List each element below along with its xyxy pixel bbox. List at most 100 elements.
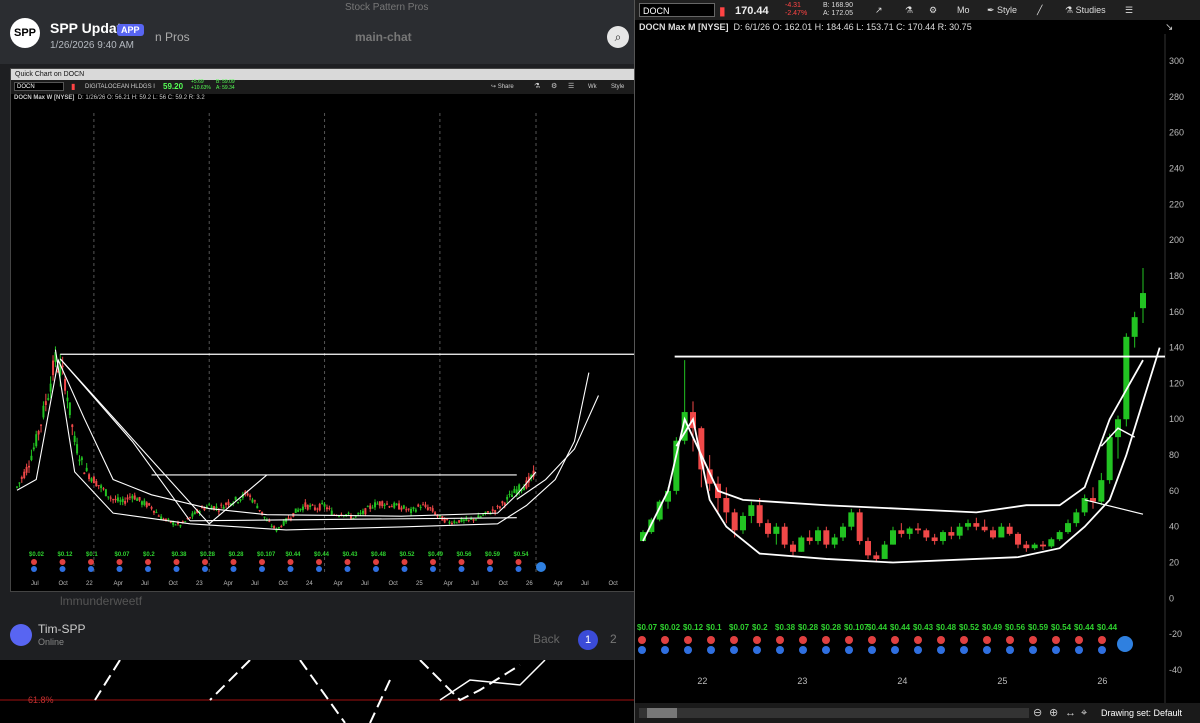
dividend-marker[interactable] xyxy=(230,566,237,572)
dividend-marker[interactable] xyxy=(891,646,899,654)
dividend-marker[interactable] xyxy=(458,566,465,572)
earnings-marker[interactable] xyxy=(88,559,94,565)
dividend-marker[interactable] xyxy=(1098,646,1106,654)
earnings-marker[interactable] xyxy=(1029,636,1037,644)
dividend-marker[interactable] xyxy=(401,566,408,572)
earnings-marker[interactable] xyxy=(202,559,208,565)
page-1-button[interactable]: 1 xyxy=(578,630,598,650)
scrollbar-thumb[interactable] xyxy=(647,708,677,718)
dividend-marker[interactable] xyxy=(1075,646,1083,654)
dividend-marker[interactable] xyxy=(145,566,151,572)
earnings-marker[interactable] xyxy=(316,559,322,565)
dividend-marker[interactable] xyxy=(202,566,208,572)
earnings-marker[interactable] xyxy=(287,559,294,565)
crosshair-icon[interactable]: ⌖ xyxy=(1081,703,1087,723)
earnings-marker[interactable] xyxy=(458,559,465,565)
dividend-marker[interactable] xyxy=(31,566,37,572)
dividend-marker[interactable] xyxy=(937,646,945,654)
earnings-marker[interactable] xyxy=(868,636,876,644)
earnings-marker[interactable] xyxy=(59,559,66,565)
horizontal-scrollbar[interactable] xyxy=(639,708,1029,718)
zoom-out-icon[interactable]: ⊖ xyxy=(1033,703,1042,723)
earnings-marker[interactable] xyxy=(1006,636,1014,644)
left-alert-icon[interactable]: ▮ xyxy=(71,80,75,94)
avatar[interactable] xyxy=(10,624,32,646)
dividend-marker[interactable] xyxy=(822,646,830,654)
dividend-marker[interactable] xyxy=(960,646,968,654)
dividend-marker[interactable] xyxy=(487,566,493,572)
dividend-marker[interactable] xyxy=(868,646,876,654)
earnings-marker[interactable] xyxy=(937,636,945,644)
dividend-marker[interactable] xyxy=(59,566,66,572)
style-button[interactable]: ✒ Style xyxy=(987,2,1017,18)
dividend-marker[interactable] xyxy=(730,646,738,654)
collapse-icon[interactable]: ↘ xyxy=(1165,22,1173,33)
dividend-marker[interactable] xyxy=(914,646,922,654)
zoom-in-icon[interactable]: ⊕ xyxy=(1049,703,1058,723)
right-chart-window[interactable]: DOCN ▮ 170.44 -4.31 -2.47% B: 168.90 A: … xyxy=(634,0,1200,723)
dividend-marker[interactable] xyxy=(983,646,991,654)
flask-icon[interactable]: ⚗ xyxy=(534,80,540,94)
dividend-marker[interactable] xyxy=(287,566,294,572)
earnings-marker[interactable] xyxy=(822,636,830,644)
dividend-marker[interactable] xyxy=(661,646,669,654)
dividend-marker[interactable] xyxy=(1029,646,1037,654)
earnings-marker[interactable] xyxy=(430,559,436,565)
earnings-marker[interactable] xyxy=(730,636,738,644)
earnings-marker[interactable] xyxy=(707,636,715,644)
gear-icon[interactable]: ⚙ xyxy=(929,2,937,18)
earnings-marker[interactable] xyxy=(259,559,265,565)
earnings-marker[interactable] xyxy=(230,559,237,565)
search-icon[interactable]: ⌕ xyxy=(607,26,629,48)
dividend-marker[interactable] xyxy=(316,566,322,572)
earnings-marker[interactable] xyxy=(173,559,180,565)
dividend-marker[interactable] xyxy=(776,646,784,654)
earnings-marker[interactable] xyxy=(983,636,991,644)
earnings-marker[interactable] xyxy=(799,636,807,644)
period-button[interactable]: Mo xyxy=(957,2,970,18)
studies-button[interactable]: ⚗ Studies xyxy=(1065,2,1106,18)
left-style-button[interactable]: Style xyxy=(611,80,624,94)
gear-icon[interactable]: ⚙ xyxy=(551,80,557,94)
right-alert-icon[interactable]: ▮ xyxy=(719,1,726,21)
pan-icon[interactable]: ↔ xyxy=(1065,703,1076,723)
earnings-marker[interactable] xyxy=(914,636,922,644)
earnings-marker[interactable] xyxy=(344,559,351,565)
dividend-marker[interactable] xyxy=(845,646,853,654)
back-button[interactable]: Back xyxy=(533,632,560,646)
notification[interactable]: SPP SPP Update APP 1/26/2026 9:40 AM ⌕ xyxy=(0,14,640,54)
dividend-marker[interactable] xyxy=(430,566,436,572)
earnings-marker[interactable] xyxy=(661,636,669,644)
earnings-marker[interactable] xyxy=(1075,636,1083,644)
page-2-button[interactable]: 2 xyxy=(610,632,617,646)
earnings-marker[interactable] xyxy=(960,636,968,644)
flask-icon[interactable]: ⚗ xyxy=(905,2,913,18)
chart-type-icon[interactable]: ☰ xyxy=(1125,2,1133,18)
earnings-marker[interactable] xyxy=(373,559,379,565)
earnings-marker[interactable] xyxy=(487,559,493,565)
dividend-marker[interactable] xyxy=(684,646,692,654)
earnings-marker[interactable] xyxy=(401,559,408,565)
left-chart-plot[interactable]: Jul Oct 22 Apr Jul Oct 23 Apr Jul Oct 24 Apr Jul Oct 2… xyxy=(11,103,635,591)
help-icon[interactable] xyxy=(1117,636,1133,652)
earnings-marker[interactable] xyxy=(638,636,646,644)
earnings-marker[interactable] xyxy=(753,636,761,644)
dividend-marker[interactable] xyxy=(638,646,646,654)
dividend-marker[interactable] xyxy=(707,646,715,654)
dividend-marker[interactable] xyxy=(88,566,94,572)
left-share-button[interactable]: ↪ Share xyxy=(491,80,514,94)
dividend-marker[interactable] xyxy=(515,566,522,572)
dividend-marker[interactable] xyxy=(373,566,379,572)
earnings-marker[interactable] xyxy=(31,559,37,565)
earnings-marker[interactable] xyxy=(684,636,692,644)
earnings-marker[interactable] xyxy=(1098,636,1106,644)
dividend-marker[interactable] xyxy=(344,566,351,572)
draw-line-icon[interactable]: ╱ xyxy=(1037,2,1042,18)
left-timeframe[interactable]: ☰ xyxy=(568,80,574,94)
dividend-marker[interactable] xyxy=(173,566,180,572)
earnings-marker[interactable] xyxy=(515,559,522,565)
dividend-marker[interactable] xyxy=(1006,646,1014,654)
earnings-marker[interactable] xyxy=(845,636,853,644)
dividend-marker[interactable] xyxy=(1052,646,1060,654)
dividend-marker[interactable] xyxy=(259,566,265,572)
